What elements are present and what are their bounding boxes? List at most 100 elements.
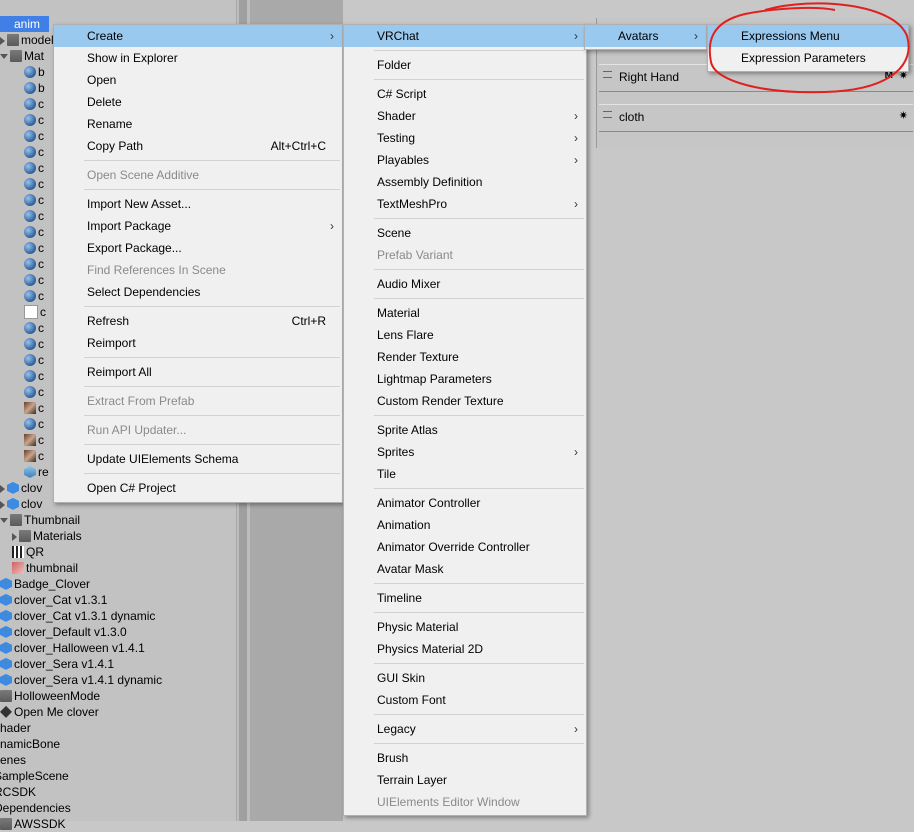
create-menu-item[interactable]: Shader › bbox=[344, 105, 586, 127]
project-tree-row[interactable]: c bbox=[24, 368, 44, 384]
inspector-component-row[interactable]: cloth ✷ bbox=[599, 104, 913, 132]
project-tree-row[interactable]: c bbox=[24, 224, 44, 240]
drag-handle-icon[interactable] bbox=[603, 111, 612, 118]
project-tree-row[interactable]: b bbox=[24, 80, 45, 96]
project-tree-row[interactable]: c bbox=[24, 384, 44, 400]
project-tree-row[interactable]: c bbox=[24, 272, 44, 288]
collapse-arrow-icon[interactable] bbox=[0, 36, 5, 45]
project-tree-row[interactable]: Dependencies bbox=[0, 800, 71, 816]
create-menu-item[interactable]: Custom Font bbox=[344, 689, 586, 711]
create-menu-item[interactable]: Avatar Mask bbox=[344, 558, 586, 580]
context-menu-item[interactable]: Show in Explorer bbox=[54, 47, 342, 69]
context-menu-item[interactable]: Import New Asset... bbox=[54, 193, 342, 215]
context-menu-item[interactable]: Select Dependencies bbox=[54, 281, 342, 303]
context-menu-item[interactable]: Rename bbox=[54, 113, 342, 135]
gear-icon[interactable]: ✷ bbox=[899, 109, 908, 122]
project-tree-row[interactable]: Thumbnail bbox=[0, 512, 80, 528]
project-tree-row[interactable]: c bbox=[24, 432, 44, 448]
project-tree-row[interactable]: c bbox=[24, 416, 44, 432]
create-menu-item[interactable]: Folder bbox=[344, 54, 586, 76]
context-menu-item[interactable]: Copy Path Alt+Ctrl+C bbox=[54, 135, 342, 157]
project-tree-row[interactable]: clover_Default v1.3.0 bbox=[0, 624, 127, 640]
create-menu-item[interactable]: Animation bbox=[344, 514, 586, 536]
project-tree-row[interactable]: shader bbox=[0, 720, 31, 736]
expand-arrow-icon[interactable] bbox=[0, 518, 8, 524]
context-menu-item[interactable]: Reimport All bbox=[54, 361, 342, 383]
context-menu-item[interactable]: Refresh Ctrl+R bbox=[54, 310, 342, 332]
create-menu-item[interactable]: Timeline bbox=[344, 587, 586, 609]
context-menu-item[interactable]: Create › bbox=[54, 25, 342, 47]
create-menu-item[interactable]: Material bbox=[344, 302, 586, 324]
project-tree-row[interactable]: b bbox=[24, 64, 45, 80]
project-tree-row[interactable]: c bbox=[24, 208, 44, 224]
create-menu-item[interactable]: Sprite Atlas bbox=[344, 419, 586, 441]
project-tree-row[interactable]: QR bbox=[12, 544, 44, 560]
project-tree-row[interactable]: c bbox=[24, 256, 44, 272]
context-menu-item[interactable]: Export Package... bbox=[54, 237, 342, 259]
project-tree-row[interactable]: c bbox=[24, 288, 44, 304]
project-tree-row[interactable]: c bbox=[24, 144, 44, 160]
project-tree-row[interactable]: anim bbox=[0, 16, 49, 32]
project-tree-row[interactable]: c bbox=[24, 448, 44, 464]
create-menu-item[interactable]: Playables › bbox=[344, 149, 586, 171]
project-tree-row[interactable]: c bbox=[24, 96, 44, 112]
project-tree-row[interactable]: clover_Halloween v1.4.1 bbox=[0, 640, 145, 656]
create-menu-item[interactable]: Brush bbox=[344, 747, 586, 769]
create-menu-item[interactable]: Physic Material bbox=[344, 616, 586, 638]
create-menu-item[interactable]: Lens Flare bbox=[344, 324, 586, 346]
vrchat-menu-item[interactable]: Avatars › bbox=[585, 25, 706, 47]
context-menu-item[interactable]: Delete bbox=[54, 91, 342, 113]
project-tree-row[interactable]: c bbox=[24, 176, 44, 192]
project-tree-row[interactable]: c bbox=[24, 336, 44, 352]
collapse-arrow-icon[interactable] bbox=[0, 484, 5, 493]
project-tree-row[interactable]: cenes bbox=[0, 752, 26, 768]
project-tree-row[interactable]: thumbnail bbox=[12, 560, 78, 576]
project-tree-row[interactable]: HolloweenMode bbox=[0, 688, 100, 704]
create-menu-item[interactable]: Assembly Definition bbox=[344, 171, 586, 193]
project-tree-row[interactable]: AWSSDK bbox=[0, 816, 66, 832]
context-menu-item[interactable]: Update UIElements Schema bbox=[54, 448, 342, 470]
project-tree-row[interactable]: re bbox=[24, 464, 49, 480]
project-tree-row[interactable]: c bbox=[24, 160, 44, 176]
drag-handle-icon[interactable] bbox=[603, 71, 612, 78]
project-tree-row[interactable]: c bbox=[24, 352, 44, 368]
project-tree-row[interactable]: Mat bbox=[0, 48, 44, 64]
collapse-arrow-icon[interactable] bbox=[0, 500, 5, 509]
project-tree-row[interactable]: Materials bbox=[12, 528, 82, 544]
create-menu-item[interactable]: Legacy › bbox=[344, 718, 586, 740]
project-tree-row[interactable]: Open Me clover bbox=[0, 704, 99, 720]
create-menu-item[interactable]: Animator Controller bbox=[344, 492, 586, 514]
project-tree-row[interactable]: clover_Cat v1.3.1 bbox=[0, 592, 107, 608]
expand-arrow-icon[interactable] bbox=[0, 54, 8, 60]
project-tree-row[interactable]: Badge_Clover bbox=[0, 576, 90, 592]
project-tree-row[interactable]: c bbox=[24, 304, 46, 320]
create-menu-item[interactable]: Render Texture bbox=[344, 346, 586, 368]
context-menu-item[interactable]: Open C# Project bbox=[54, 477, 342, 499]
project-tree-row[interactable]: c bbox=[24, 400, 44, 416]
create-menu-item[interactable]: TextMeshPro › bbox=[344, 193, 586, 215]
project-tree-row[interactable]: clov bbox=[0, 496, 42, 512]
project-tree-row[interactable]: RCSDK bbox=[0, 784, 36, 800]
create-menu-item[interactable]: C# Script bbox=[344, 83, 586, 105]
create-menu-item[interactable]: Lightmap Parameters bbox=[344, 368, 586, 390]
create-menu-item[interactable]: Terrain Layer bbox=[344, 769, 586, 791]
project-tree-row[interactable]: clov bbox=[0, 480, 42, 496]
context-menu-item[interactable]: Open bbox=[54, 69, 342, 91]
create-menu-item[interactable]: Audio Mixer bbox=[344, 273, 586, 295]
project-tree-row[interactable]: clover_Sera v1.4.1 dynamic bbox=[0, 672, 162, 688]
create-menu-item[interactable]: GUI Skin bbox=[344, 667, 586, 689]
create-menu-item[interactable]: Sprites › bbox=[344, 441, 586, 463]
project-tree-row[interactable]: c bbox=[24, 128, 44, 144]
create-menu-item[interactable]: Custom Render Texture bbox=[344, 390, 586, 412]
context-menu-item[interactable]: Reimport bbox=[54, 332, 342, 354]
create-menu-item[interactable]: Scene bbox=[344, 222, 586, 244]
project-tree-row[interactable]: c bbox=[24, 320, 44, 336]
create-menu-item[interactable]: Testing › bbox=[344, 127, 586, 149]
project-tree-row[interactable]: ynamicBone bbox=[0, 736, 60, 752]
context-menu-item[interactable]: Import Package › bbox=[54, 215, 342, 237]
collapse-arrow-icon[interactable] bbox=[12, 532, 17, 541]
project-tree-row[interactable]: SampleScene bbox=[0, 768, 69, 784]
create-menu-item[interactable]: Physics Material 2D bbox=[344, 638, 586, 660]
project-tree-row[interactable]: c bbox=[24, 240, 44, 256]
project-tree-row[interactable]: c bbox=[24, 112, 44, 128]
